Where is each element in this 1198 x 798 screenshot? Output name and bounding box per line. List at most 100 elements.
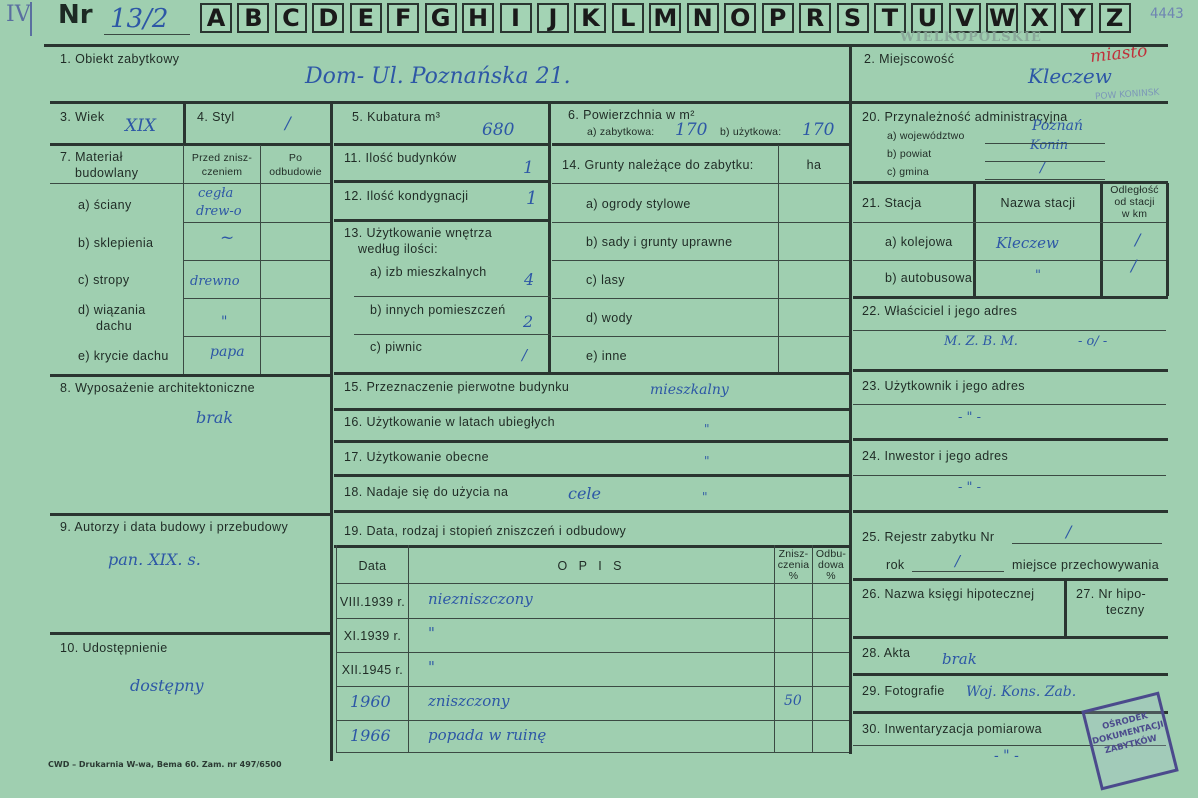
rule	[853, 673, 1168, 676]
letter-box: H	[462, 3, 495, 33]
thin-rule	[552, 260, 849, 261]
thin-rule	[183, 222, 330, 223]
field-19-col-data: Data	[358, 559, 387, 573]
field-24-value: - " -	[958, 480, 982, 495]
field-19-row-opis: zniszczony	[428, 692, 510, 710]
field-9-label: 9. Autorzy i data budowy i przebudowy	[60, 520, 289, 534]
field-19-col-opis: O P I S	[557, 559, 626, 573]
letter-box: T	[873, 3, 906, 33]
field-14e-label: e) inne	[586, 349, 628, 363]
rule	[334, 510, 849, 513]
thin-rule	[50, 183, 330, 184]
field-7c-label: c) stropy	[78, 273, 130, 287]
field-25-label: 25. Rejestr zabytku Nr	[862, 530, 995, 544]
letter-box: Z	[1098, 3, 1131, 33]
letter-box: I	[499, 3, 532, 33]
field-7-label-2: budowlany	[75, 166, 139, 180]
field-12-value: 1	[526, 188, 538, 209]
field-7d-label: d) wiązania	[78, 303, 146, 317]
rule	[334, 545, 849, 548]
field-19-col-odbud-3: %	[826, 570, 836, 582]
field-13-label-2: według ilości:	[358, 242, 438, 256]
thin-rule	[336, 686, 849, 687]
field-22-value: M. Z. B. M.	[944, 334, 1018, 349]
underline	[985, 161, 1105, 162]
field-21-col-dist-3: w km	[1121, 208, 1148, 220]
field-21b-dist: /	[1131, 256, 1137, 275]
thin-rule	[336, 720, 849, 721]
field-7a-label: a) ściany	[78, 198, 132, 212]
institution-stamp: OŚRODEK DOKUMENTACJI ZABYTKÓW	[1081, 691, 1179, 791]
field-21-col-dist-2: od stacji	[1114, 196, 1155, 208]
field-30-label: 30. Inwentaryzacja pomiarowa	[862, 722, 1043, 736]
field-6a-value: 170	[675, 120, 708, 140]
thin-rule	[336, 652, 849, 653]
field-6b-value: 170	[802, 120, 835, 140]
field-19-row-opis: niezniszczony	[428, 590, 533, 608]
field-21b-name: "	[1035, 268, 1041, 283]
field-19-row-date: XI.1939 r.	[343, 629, 402, 643]
field-8-label: 8. Wyposażenie architektoniczne	[60, 381, 256, 395]
underline	[1012, 543, 1162, 544]
field-19-row-date: VIII.1939 r.	[339, 595, 406, 609]
field-25-rok-label: rok	[886, 558, 905, 572]
field-6b-label: b) użytkowa:	[720, 126, 782, 138]
field-21b-label: b) autobusowa	[885, 271, 973, 285]
thin-rule	[552, 222, 849, 223]
monument-record-card: IV Nr 13/2 ABCDEFGHIJKLMNOPRSTUVWXYZ 444…	[0, 0, 1198, 798]
letter-box: O	[724, 3, 757, 33]
underline	[912, 571, 1004, 572]
field-19-row-date: 1960	[350, 692, 391, 711]
roman-numeral: IV	[6, 2, 31, 27]
letter-box: Y	[1061, 3, 1094, 33]
field-13b-value: 2	[523, 312, 534, 331]
letter-box: N	[686, 3, 719, 33]
thin-rule	[336, 583, 849, 584]
nr-label: Nr	[58, 0, 93, 30]
field-7c-value: drewno	[190, 274, 240, 289]
field-7e-label: e) krycie dachu	[78, 349, 169, 363]
field-4-value: /	[285, 114, 291, 134]
field-20c-label: c) gmina	[887, 166, 929, 178]
field-5-value: 680	[482, 120, 515, 140]
field-7d-label-2: dachu	[96, 319, 133, 333]
field-7-col-przed: Przed znisz-	[191, 152, 253, 164]
field-10-label: 10. Udostępnienie	[60, 641, 168, 655]
rule	[334, 372, 849, 375]
field-13b-label: b) innych pomieszczeń	[370, 303, 506, 317]
field-16-value: "	[704, 422, 710, 436]
field-13c-label: c) piwnic	[370, 340, 423, 354]
field-15-label: 15. Przeznaczenie pierwotne budynku	[344, 380, 570, 394]
field-13c-value: /	[522, 346, 528, 364]
field-18-value-2: "	[702, 490, 708, 504]
field-19-col-znisz-3: %	[788, 570, 799, 582]
letter-box: E	[349, 3, 382, 33]
field-29-value: Woj. Kons. Zab.	[966, 684, 1077, 700]
rule	[334, 143, 550, 146]
printer-footer: CWD – Drukarnia W-wa, Bema 60. Zam. nr 4…	[48, 760, 282, 769]
thin-rule	[853, 222, 1166, 223]
field-17-value: "	[704, 454, 710, 468]
rule	[334, 440, 849, 443]
field-7b-value: ~	[220, 228, 235, 248]
letter-box: K	[574, 3, 607, 33]
field-2-label: 2. Miejscowość	[864, 52, 955, 66]
rule	[1064, 580, 1067, 636]
rule	[334, 474, 849, 477]
field-7e-value: papa	[210, 344, 245, 360]
thin-rule	[354, 296, 550, 297]
rule	[50, 374, 332, 377]
field-14d-label: d) wody	[586, 311, 633, 325]
field-28-value: brak	[942, 650, 977, 668]
rule	[853, 636, 1168, 639]
field-16-label: 16. Użytkowanie w latach ubiegłych	[344, 415, 555, 429]
field-30-value: - " -	[994, 748, 1019, 764]
rule	[853, 296, 1168, 299]
underline	[985, 179, 1105, 180]
letter-box: G	[424, 3, 457, 33]
rule	[334, 408, 849, 411]
rule	[1166, 183, 1169, 296]
field-14a-label: a) ogrody stylowe	[586, 197, 691, 211]
field-28-label: 28. Akta	[862, 646, 911, 660]
field-14-label: 14. Grunty należące do zabytku:	[562, 158, 754, 172]
